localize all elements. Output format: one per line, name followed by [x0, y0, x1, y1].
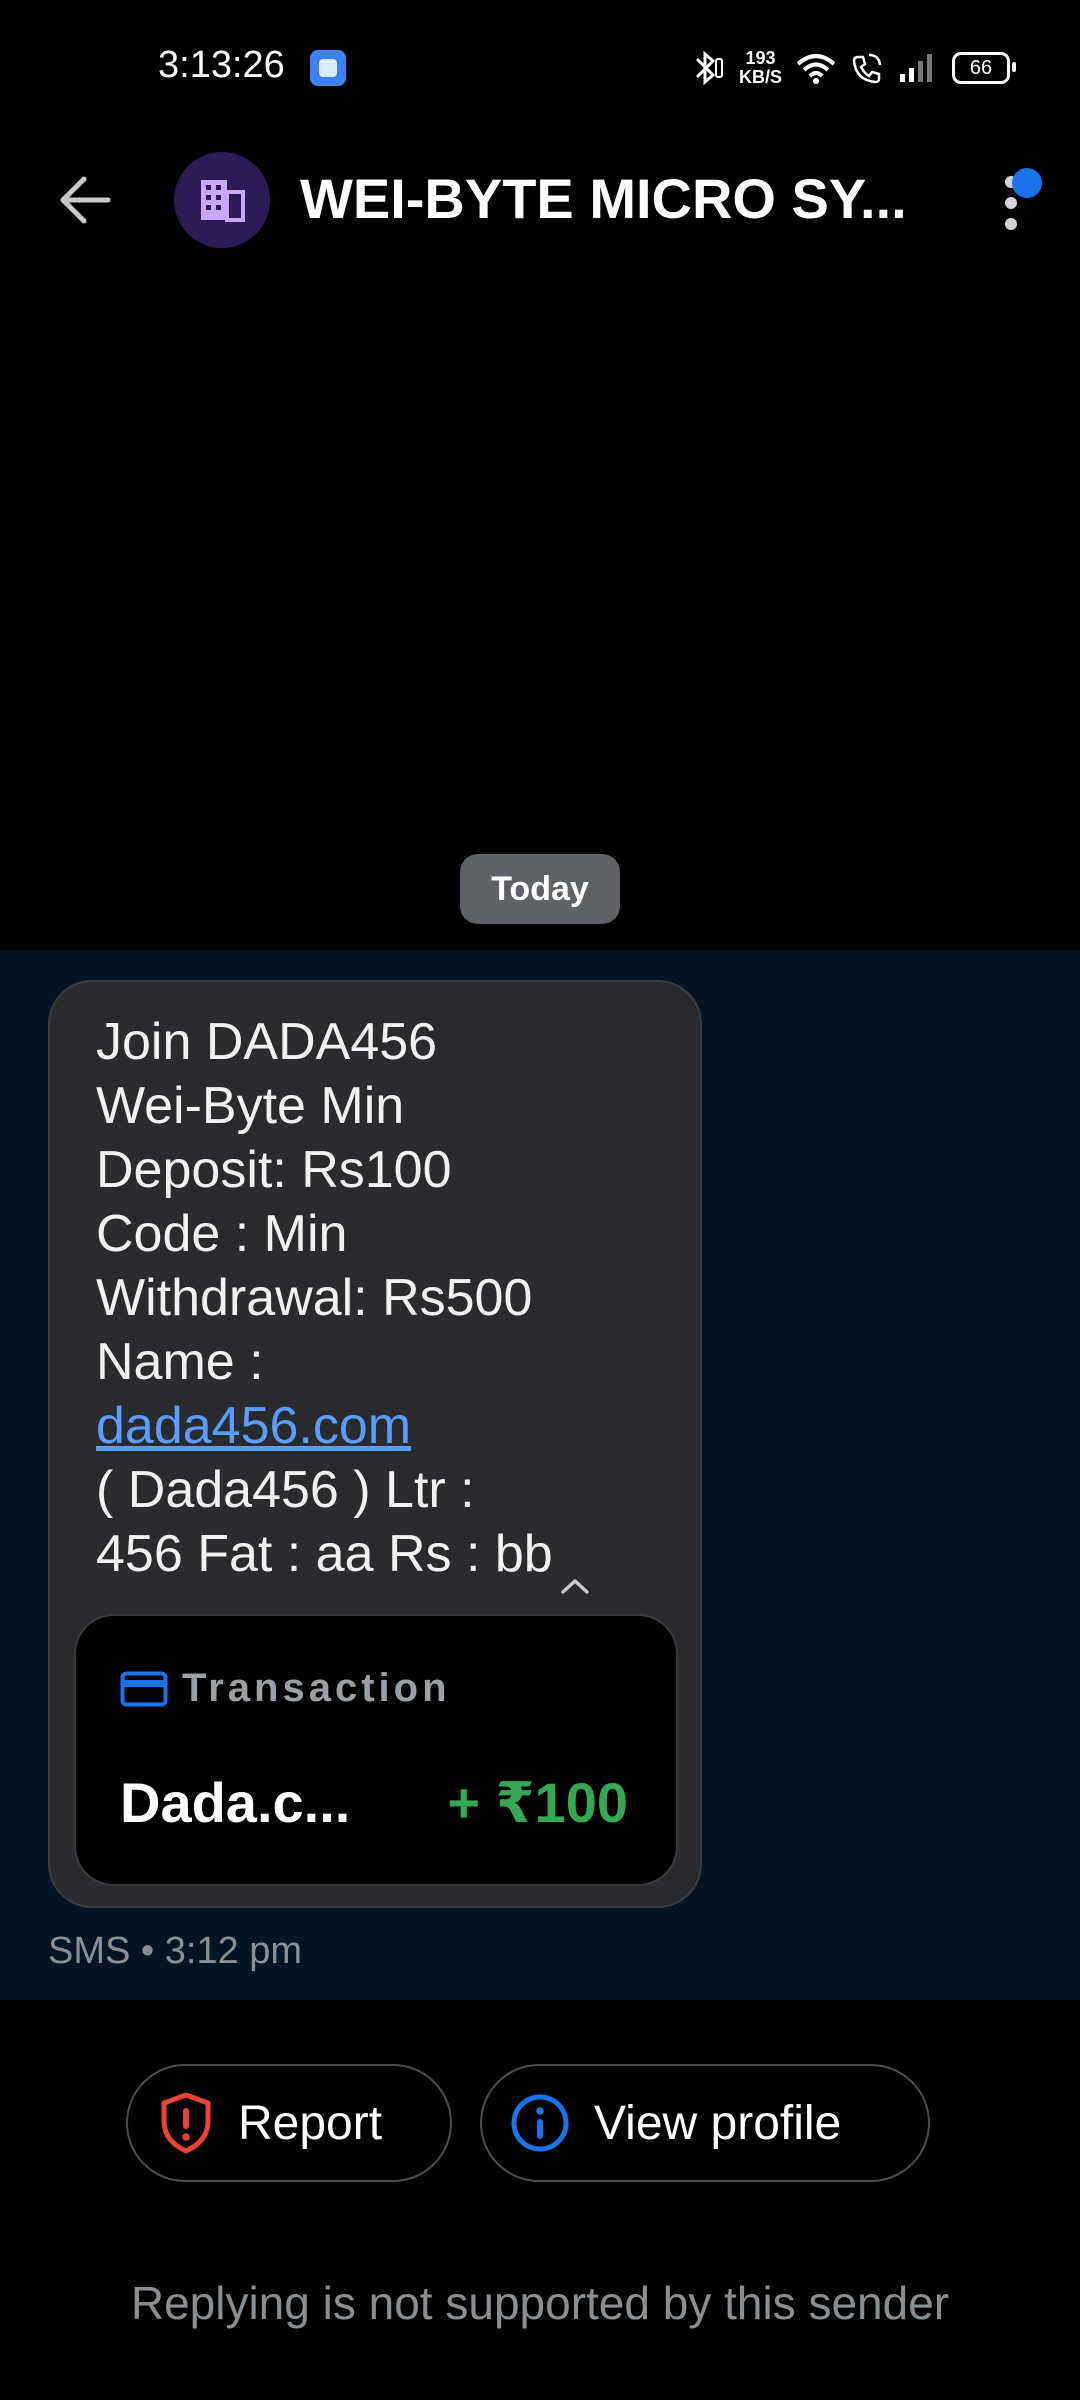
- message-meta: SMS • 3:12 pm: [48, 1930, 303, 1972]
- more-vert-dot: [1005, 218, 1017, 230]
- battery-indicator: 66: [952, 52, 1016, 84]
- credit-card-icon: [120, 1671, 168, 1706]
- app-notification-icon: [310, 50, 346, 86]
- message-line: ( Dada456 ) Ltr :: [96, 1461, 475, 1519]
- view-profile-label: View profile: [594, 2096, 842, 2150]
- network-speed-unit: KB/S: [738, 67, 782, 87]
- message-line: Join DADA456: [96, 1013, 438, 1071]
- message-line: Withdrawal: Rs500: [96, 1269, 533, 1327]
- message-line: Wei-Byte Min: [96, 1077, 405, 1135]
- network-speed-value: 193: [745, 48, 776, 68]
- transaction-card[interactable]: [74, 1614, 678, 1886]
- wifi-icon: [796, 54, 836, 84]
- signal-icon: [900, 54, 932, 82]
- status-time: 3:13:26: [158, 44, 285, 86]
- collapse-icon[interactable]: [559, 1547, 591, 1595]
- message-link[interactable]: dada456.com: [96, 1397, 411, 1455]
- message-line: Name :: [96, 1333, 264, 1391]
- sender-avatar[interactable]: [174, 152, 270, 248]
- network-speed: 193 KB/S: [739, 49, 782, 87]
- message-line: Code : Min: [96, 1205, 348, 1263]
- building-icon: [201, 180, 245, 222]
- transaction-amount: + ₹100: [447, 1771, 628, 1834]
- report-button[interactable]: Report: [126, 2064, 452, 2182]
- bluetooth-icon: [695, 50, 723, 86]
- transaction-merchant: Dada.c...: [120, 1771, 351, 1834]
- view-profile-button[interactable]: View profile: [480, 2064, 930, 2182]
- reply-unsupported-note: Replying is not supported by this sender: [130, 2277, 950, 2329]
- wifi-calling-icon: [852, 53, 882, 84]
- notification-dot: [1012, 168, 1042, 198]
- message-line: Deposit: Rs100: [96, 1141, 452, 1199]
- transaction-label: Transaction: [182, 1666, 451, 1710]
- back-button[interactable]: [52, 168, 116, 232]
- arrow-left-icon: [60, 176, 111, 224]
- conversation-title[interactable]: WEI-BYTE MICRO SY...: [300, 166, 940, 231]
- more-vert-dot: [1005, 197, 1017, 209]
- transaction-header: Transaction: [120, 1666, 451, 1711]
- message-body: Join DADA456 Wei-Byte Min Deposit: Rs100…: [96, 1010, 686, 1595]
- info-icon: [511, 2094, 569, 2152]
- report-label: Report: [238, 2096, 383, 2150]
- shield-alert-icon: [161, 2092, 211, 2154]
- more-options-button[interactable]: [992, 168, 1042, 238]
- status-icons: 193 KB/S 66: [691, 46, 1016, 90]
- date-separator: Today: [460, 854, 620, 924]
- message-line: 456 Fat : aa Rs : bb: [96, 1525, 553, 1583]
